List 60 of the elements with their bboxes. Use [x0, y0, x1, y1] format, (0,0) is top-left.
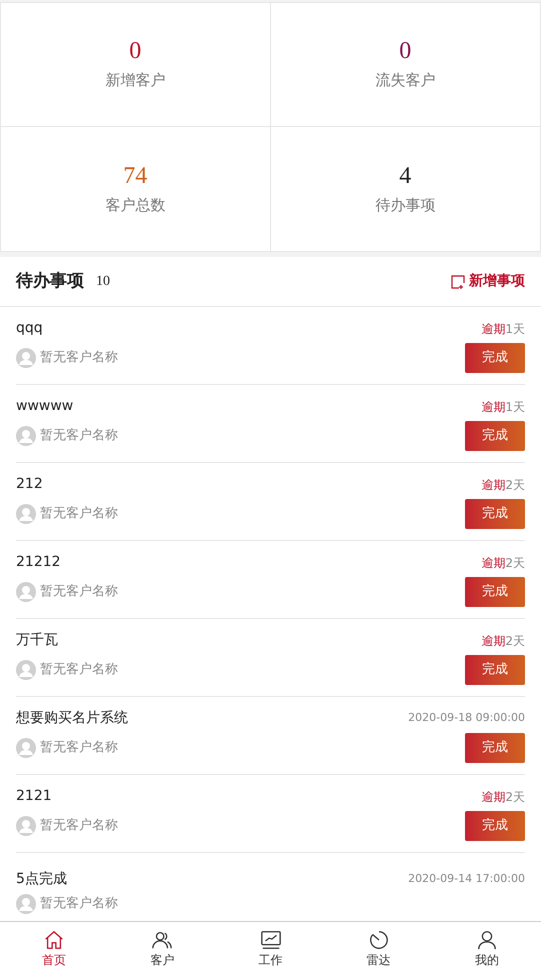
due-date: 2020-09-14 17:00:00 [408, 871, 525, 888]
avatar-icon [16, 348, 36, 368]
stat-label: 客户总数 [105, 194, 166, 216]
customer-name: 暂无客户名称 [40, 661, 118, 680]
overdue-status: 逾期2天 [481, 554, 525, 572]
avatar-icon [16, 504, 36, 524]
overdue-status: 逾期2天 [481, 632, 525, 650]
overdue-status: 逾期1天 [481, 398, 525, 416]
monitor-icon [260, 928, 282, 950]
customer-name: 暂无客户名称 [40, 739, 118, 758]
user-icon [476, 928, 498, 950]
avatar-icon [16, 816, 36, 836]
due-date: 2020-09-18 09:00:00 [408, 710, 525, 726]
tab-bar-item[interactable]: 客户 [108, 922, 216, 975]
overdue-status: 逾期1天 [481, 320, 525, 338]
complete-button[interactable]: 完成 [465, 577, 525, 607]
complete-button[interactable]: 完成 [465, 343, 525, 373]
stat-value: 4 [399, 162, 412, 190]
todo-count: 10 [96, 273, 110, 291]
task-title: 21212 [16, 553, 61, 572]
task-title: 万千瓦 [16, 631, 58, 650]
home-icon [43, 928, 66, 950]
stat-value: 0 [399, 37, 412, 66]
stat-value: 0 [129, 37, 142, 66]
task-title: 212 [16, 475, 43, 494]
avatar-icon [16, 582, 36, 602]
customer-name: 暂无客户名称 [40, 895, 118, 914]
task-title: wwwww [16, 397, 74, 416]
radar-icon [368, 928, 390, 950]
customer-name: 暂无客户名称 [40, 505, 118, 524]
customer-name: 暂无客户名称 [40, 427, 118, 446]
complete-button[interactable]: 完成 [465, 499, 525, 529]
avatar-icon [16, 660, 36, 680]
task-title: qqq [16, 319, 43, 338]
task-title: 想要购买名片系统 [16, 709, 128, 728]
stat-label: 待办事项 [375, 194, 436, 216]
complete-button[interactable]: 完成 [465, 811, 525, 841]
section-title: 待办事项 [16, 270, 84, 293]
complete-button[interactable]: 完成 [465, 733, 525, 763]
customer-name: 暂无客户名称 [40, 349, 118, 368]
add-note-icon [451, 274, 465, 288]
customer-name: 暂无客户名称 [40, 817, 118, 836]
stat-label: 流失客户 [375, 70, 436, 92]
overdue-status: 逾期2天 [481, 476, 525, 494]
avatar-icon [16, 738, 36, 758]
stat-value: 74 [123, 162, 148, 190]
customer-name: 暂无客户名称 [40, 583, 118, 602]
stat-label: 新增客户 [105, 70, 166, 92]
avatar-icon [16, 426, 36, 446]
task-title: 5点完成 [16, 870, 67, 889]
task-title: 2121 [16, 787, 52, 806]
tab-bar-item[interactable]: 工作 [216, 922, 325, 975]
tab-bar-item[interactable]: 首页 [0, 922, 108, 975]
tab-bar-item[interactable]: 我的 [432, 922, 541, 975]
overdue-status: 逾期2天 [481, 788, 525, 806]
add-task-link[interactable]: 新增事项 [451, 271, 525, 292]
complete-button[interactable]: 完成 [465, 421, 525, 451]
complete-button[interactable]: 完成 [465, 655, 525, 685]
tab-bar-item[interactable]: 雷达 [324, 922, 433, 975]
avatar-icon [16, 894, 36, 914]
